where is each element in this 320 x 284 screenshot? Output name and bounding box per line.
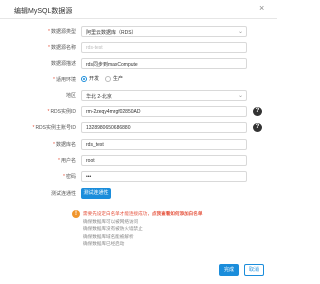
row-password: *密码 •••: [0, 171, 277, 183]
rds-instance-label: *RDS实例ID: [47, 109, 76, 115]
row-dbname: *数据库名 rds_test: [0, 139, 277, 151]
notice-line: 确保数据库没有被防火墙禁止: [83, 226, 143, 231]
test-connectivity-label: 测试连通性: [50, 191, 76, 197]
dbname-label: *数据库名: [53, 142, 76, 148]
radio-dot: [81, 75, 87, 82]
datasource-name-label: *数据源名称: [48, 45, 76, 51]
row-datasource-type: *数据源类型 阿里云数据库（RDS） ⌄: [0, 26, 277, 38]
whitelist-notice: ! 需要先设定白名单才能连接成功，点我查看如何添加白名单 确保数据库可以被网络访…: [72, 210, 233, 248]
datasource-desc-input[interactable]: rds同步到maxCompute: [81, 58, 247, 69]
whitelist-help-link[interactable]: 点我查看如何添加白名单: [152, 211, 203, 216]
username-input[interactable]: root: [81, 155, 247, 166]
password-label: *密码: [63, 174, 76, 180]
row-datasource-name: *数据源名称 rds-test: [0, 42, 277, 54]
datasource-type-select[interactable]: 阿里云数据库（RDS） ⌄: [81, 26, 247, 37]
chevron-down-icon: ⌄: [237, 29, 243, 35]
env-radio-group: 开发 生产: [81, 75, 123, 82]
env-radio-dev[interactable]: 开发: [81, 75, 99, 82]
region-label: 地区: [65, 93, 76, 99]
dbname-input[interactable]: rds_test: [81, 139, 247, 150]
radio-dot: [105, 75, 112, 82]
rds-owner-input[interactable]: 1328980650686880: [81, 122, 247, 133]
row-test-connectivity: 测试连通性 测试连通性: [0, 188, 277, 200]
complete-button[interactable]: 完成: [219, 264, 239, 276]
datasource-desc-label: 数据源描述: [50, 61, 76, 67]
notice-line: 确保数据库已经启动: [83, 241, 125, 246]
datasource-name-input[interactable]: rds-test: [81, 42, 247, 53]
rds-owner-label: *RDS实例主账号ID: [32, 125, 76, 131]
region-select[interactable]: 华北 2-北京 ⌄: [81, 90, 247, 101]
notice-line: 需要先设定白名单才能连接成功，点我查看如何添加白名单: [83, 211, 203, 216]
notice-line: 确保数据库可以被网络访问: [83, 218, 139, 224]
row-env: *适用环境 开发 生产: [0, 74, 277, 86]
env-radio-prod[interactable]: 生产: [105, 75, 123, 82]
datasource-type-label: *数据源类型: [48, 29, 76, 35]
cancel-button[interactable]: 取消: [244, 264, 264, 276]
username-label: *用户名: [58, 158, 76, 164]
env-label: *适用环境: [53, 77, 76, 83]
close-icon[interactable]: ×: [259, 3, 264, 13]
chevron-down-icon: ⌄: [237, 93, 243, 99]
dialog-footer: 完成 取消: [0, 262, 277, 280]
dialog-title: 编辑MySQL数据源: [14, 8, 73, 15]
test-connectivity-button[interactable]: 测试连通性: [81, 188, 111, 199]
row-username: *用户名 root: [0, 155, 277, 167]
rds-instance-input[interactable]: rm-2zeqy4mrgf02850AD: [81, 106, 247, 117]
row-rds-instance: *RDS实例ID rm-2zeqy4mrgf02850AD ?: [0, 106, 277, 118]
help-icon[interactable]: ?: [253, 123, 262, 132]
notice-line: 确保数据库域名能被解析: [83, 233, 134, 239]
title-divider: [0, 18, 277, 19]
help-icon[interactable]: ?: [253, 107, 262, 116]
row-region: 地区 华北 2-北京 ⌄: [0, 90, 277, 102]
row-rds-owner: *RDS实例主账号ID 1328980650686880 ?: [0, 122, 277, 134]
warning-icon: !: [72, 210, 80, 218]
password-input[interactable]: •••: [81, 171, 247, 182]
row-datasource-desc: 数据源描述 rds同步到maxCompute: [0, 58, 277, 70]
